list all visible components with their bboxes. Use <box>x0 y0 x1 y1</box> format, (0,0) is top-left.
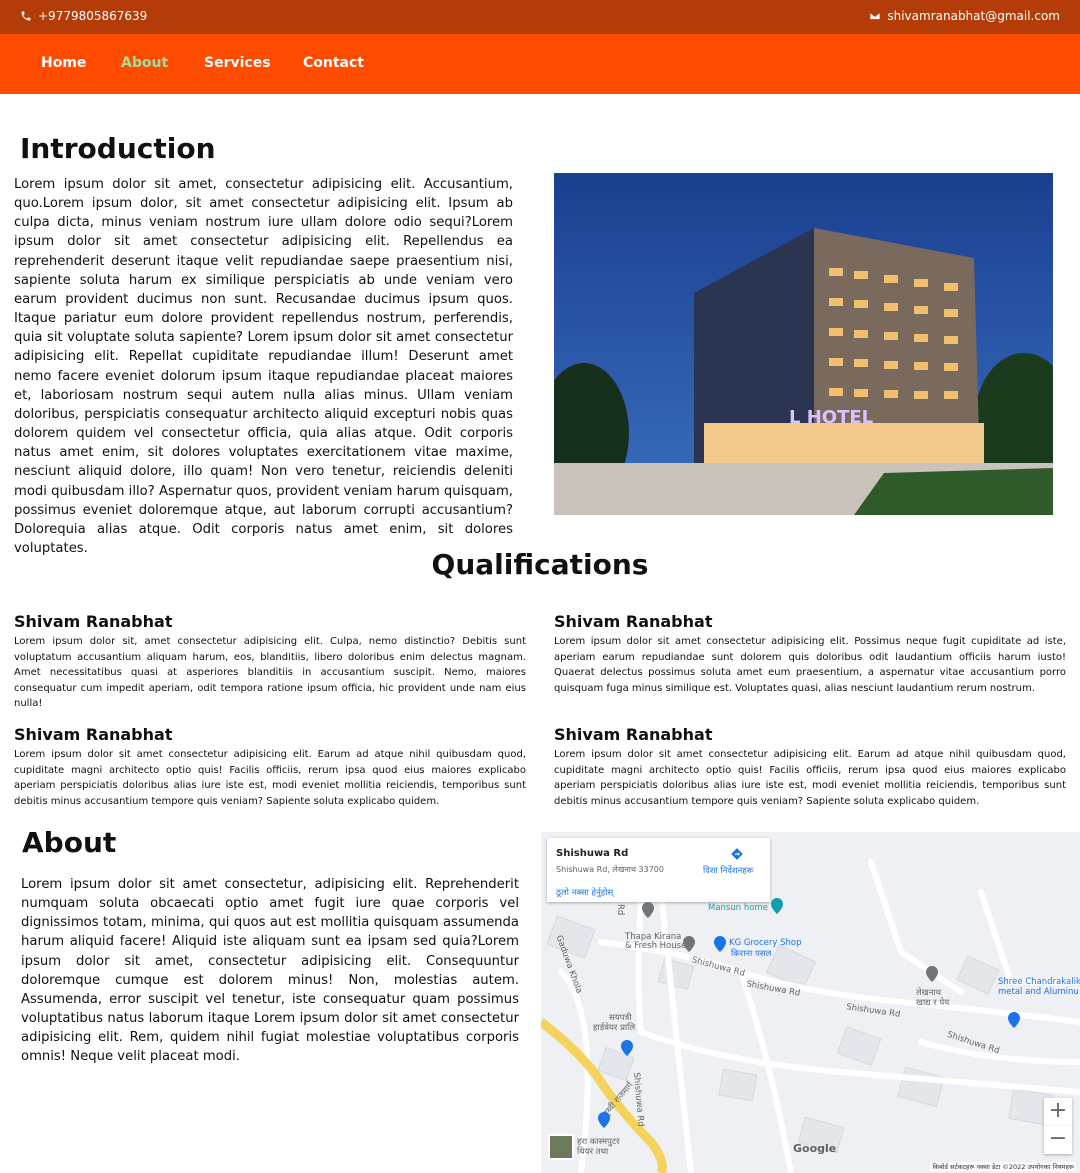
email-contact[interactable]: shivamranabhat@gmail.com <box>869 9 1060 23</box>
phone-contact[interactable]: +9779805867639 <box>20 9 147 23</box>
qualification-card: Shivam Ranabhat Lorem ipsum dolor sit am… <box>554 612 1066 696</box>
map-label: Shree Chandrakalik <box>998 977 1080 987</box>
map-place-card: Shishuwa Rd Shishuwa Rd, लेखनाथ 33700 दि… <box>547 838 770 902</box>
map-pin-icon[interactable] <box>926 966 938 982</box>
satellite-toggle[interactable] <box>548 1134 574 1160</box>
map-label: KG Grocery Shop <box>729 938 802 948</box>
about-heading: About <box>22 826 117 859</box>
qualification-name: Shivam Ranabhat <box>554 612 713 631</box>
map-label: हार्डवेयर प्रालि <box>593 1023 636 1033</box>
map-footer[interactable]: किबोर्ड सर्टकटहरू नक्सा डेटा ©2022 उपयोग… <box>930 1162 1076 1171</box>
map-label: खाद्य र पेय <box>916 998 950 1008</box>
envelope-icon <box>869 12 881 20</box>
map-place-address: Shishuwa Rd, लेखनाथ 33700 <box>556 865 664 874</box>
top-contact-bar: +9779805867639 shivamranabhat@gmail.com <box>0 0 1080 34</box>
map-label: & Fresh House <box>625 941 687 951</box>
map-label: थियर तथा <box>577 1147 609 1157</box>
map-pin-icon[interactable] <box>1008 1012 1020 1028</box>
qualification-card: Shivam Ranabhat Lorem ipsum dolor sit am… <box>554 725 1066 809</box>
hotel-sign-text: L HOTEL <box>789 407 873 428</box>
map-pin-icon[interactable] <box>683 936 695 952</box>
nav-contact[interactable]: Contact <box>303 55 364 71</box>
qualification-name: Shivam Ranabhat <box>554 725 713 744</box>
main-navbar: Home About Services Contact <box>0 34 1080 94</box>
nav-about[interactable]: About <box>121 55 168 71</box>
directions-icon[interactable] <box>730 847 744 861</box>
qualification-text: Lorem ipsum dolor sit, amet consectetur … <box>14 636 526 709</box>
qualification-text: Lorem ipsum dolor sit amet consectetur a… <box>554 636 1066 694</box>
map-pin-icon[interactable] <box>771 898 783 914</box>
google-map-embed[interactable]: Shishuwa Rd Shishuwa Rd, लेखनाथ 33700 दि… <box>541 832 1080 1173</box>
qualification-name: Shivam Ranabhat <box>14 612 173 631</box>
map-place-title: Shishuwa Rd <box>556 848 629 859</box>
map-directions-link[interactable]: दिशा निर्देशनहरू <box>703 865 753 876</box>
map-pin-icon[interactable] <box>598 1112 610 1128</box>
qualification-card: Shivam Ranabhat Lorem ipsum dolor sit, a… <box>14 612 526 712</box>
phone-icon <box>21 11 31 21</box>
map-label: metal and Aluminu <box>998 987 1079 997</box>
hotel-image: L HOTEL <box>554 173 1053 515</box>
map-larger-link[interactable]: ठूलो नक्सा हेर्नुहोस् <box>556 887 613 898</box>
map-label: Mansun home <box>708 903 768 913</box>
phone-number: +9779805867639 <box>38 9 148 23</box>
map-pin-icon[interactable] <box>642 902 654 918</box>
qualification-card: Shivam Ranabhat Lorem ipsum dolor sit am… <box>14 725 526 809</box>
introduction-text: Lorem ipsum dolor sit amet, consectetur … <box>14 177 513 556</box>
about-text: Lorem ipsum dolor sit amet consectetur, … <box>21 877 519 1065</box>
zoom-out-button[interactable]: − <box>1044 1126 1072 1154</box>
qualification-text: Lorem ipsum dolor sit amet consectetur a… <box>14 749 526 807</box>
nav-home[interactable]: Home <box>41 55 86 71</box>
map-pin-icon[interactable] <box>621 1040 633 1056</box>
zoom-in-button[interactable]: + <box>1044 1098 1072 1126</box>
map-label: किराना पसल <box>731 949 772 959</box>
nav-services[interactable]: Services <box>204 55 271 71</box>
email-address: shivamranabhat@gmail.com <box>887 9 1060 23</box>
map-pin-icon[interactable] <box>714 936 726 952</box>
qualification-text: Lorem ipsum dolor sit amet consectetur a… <box>554 749 1066 807</box>
qualification-name: Shivam Ranabhat <box>14 725 173 744</box>
qualifications-heading: Qualifications <box>431 548 649 581</box>
google-logo: Google <box>793 1142 837 1155</box>
map-label: Rd <box>615 904 625 916</box>
introduction-heading: Introduction <box>20 132 216 165</box>
